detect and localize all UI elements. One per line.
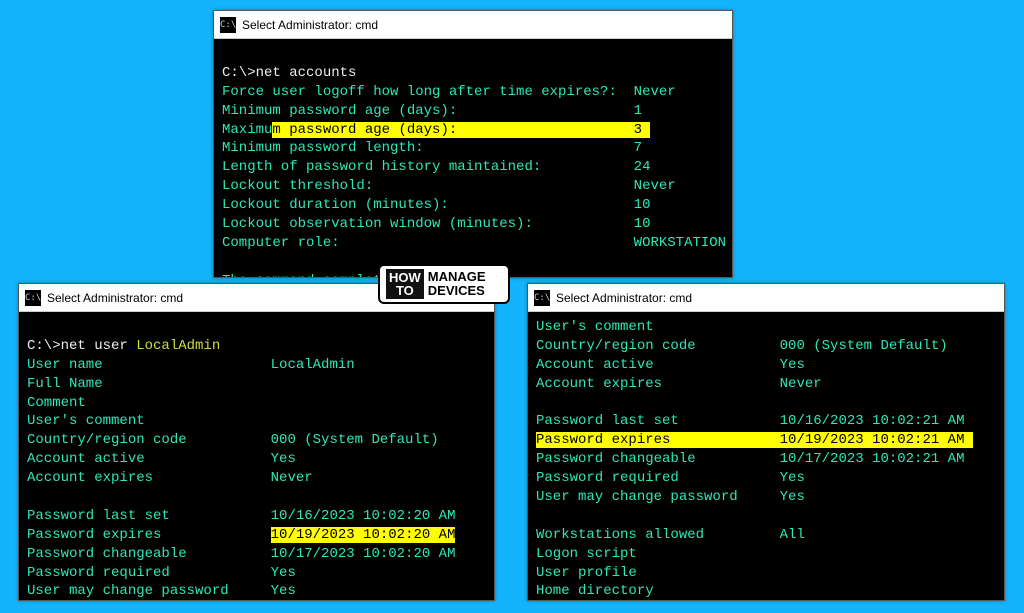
output-row: Computer role: WORKSTATION xyxy=(222,234,724,253)
output-row: User profile xyxy=(536,564,996,583)
output-row: User's comment xyxy=(536,318,996,337)
titlebar[interactable]: C:\ Select Administrator: cmd xyxy=(528,284,1004,312)
blank-row xyxy=(27,488,486,507)
prompt-line: C:\>net accounts xyxy=(222,65,356,81)
output-row: Password changeable 10/17/2023 10:02:20 … xyxy=(27,545,486,564)
cmd-icon: C:\ xyxy=(534,290,550,306)
output-row: Length of password history maintained: 2… xyxy=(222,158,724,177)
output-row: Password changeable 10/17/2023 10:02:21 … xyxy=(536,450,996,469)
blank-row xyxy=(536,507,996,526)
output-row: Workstations allowed All xyxy=(536,526,996,545)
output-row: Home directory xyxy=(536,582,996,600)
output-row: Country/region code 000 (System Default) xyxy=(27,431,486,450)
output-row: Password last set 10/16/2023 10:02:21 AM xyxy=(536,412,996,431)
logo-how-to: HOW TO xyxy=(386,269,424,299)
output-row: Minimum password length: 7 xyxy=(222,139,724,158)
output-row: User may change password Yes xyxy=(27,582,486,600)
blank-row xyxy=(536,394,996,413)
output-row: Force user logoff how long after time ex… xyxy=(222,83,724,102)
cmd-window-net-accounts[interactable]: C:\ Select Administrator: cmd C:\>net ac… xyxy=(213,10,733,278)
output-row: User may change password Yes xyxy=(536,488,996,507)
output-row: Logon script xyxy=(536,545,996,564)
output-row: Maximum password age (days): 3 xyxy=(222,121,724,140)
output-row: Password expires 10/19/2023 10:02:20 AM xyxy=(27,526,486,545)
terminal-output[interactable]: User's comment Country/region code 000 (… xyxy=(528,312,1004,600)
logo-manage-devices: MANAGEDEVICES xyxy=(428,270,486,297)
how-to-manage-devices-logo: HOW TO MANAGEDEVICES xyxy=(378,264,510,304)
output-row: Account expires Never xyxy=(536,375,996,394)
titlebar[interactable]: C:\ Select Administrator: cmd xyxy=(214,11,732,39)
cmd-icon: C:\ xyxy=(25,290,41,306)
window-title: Select Administrator: cmd xyxy=(242,18,378,32)
output-row: Password expires 10/19/2023 10:02:21 AM xyxy=(536,431,996,450)
cmd-window-net-user-left[interactable]: C:\ Select Administrator: cmd C:\>net us… xyxy=(18,283,495,601)
output-row: Country/region code 000 (System Default) xyxy=(536,337,996,356)
output-row: Password last set 10/16/2023 10:02:20 AM xyxy=(27,507,486,526)
output-row: Minimum password age (days): 1 xyxy=(222,102,724,121)
output-row: Full Name xyxy=(27,375,486,394)
window-title: Select Administrator: cmd xyxy=(47,291,183,305)
output-row: Account expires Never xyxy=(27,469,486,488)
output-row: Lockout duration (minutes): 10 xyxy=(222,196,724,215)
output-row: Lockout observation window (minutes): 10 xyxy=(222,215,724,234)
output-row: Account active Yes xyxy=(27,450,486,469)
terminal-output[interactable]: C:\>net user LocalAdmin User name LocalA… xyxy=(19,312,494,600)
output-row: User name LocalAdmin xyxy=(27,356,486,375)
output-row: User's comment xyxy=(27,412,486,431)
output-row: Password required Yes xyxy=(536,469,996,488)
window-title: Select Administrator: cmd xyxy=(556,291,692,305)
terminal-output[interactable]: C:\>net accounts Force user logoff how l… xyxy=(214,39,732,277)
cmd-window-net-user-right[interactable]: C:\ Select Administrator: cmd User's com… xyxy=(527,283,1005,601)
output-row: Password required Yes xyxy=(27,564,486,583)
output-row: Comment xyxy=(27,394,486,413)
prompt-line: C:\>net user LocalAdmin xyxy=(27,338,220,354)
output-row: Lockout threshold: Never xyxy=(222,177,724,196)
cmd-icon: C:\ xyxy=(220,17,236,33)
output-row: Account active Yes xyxy=(536,356,996,375)
